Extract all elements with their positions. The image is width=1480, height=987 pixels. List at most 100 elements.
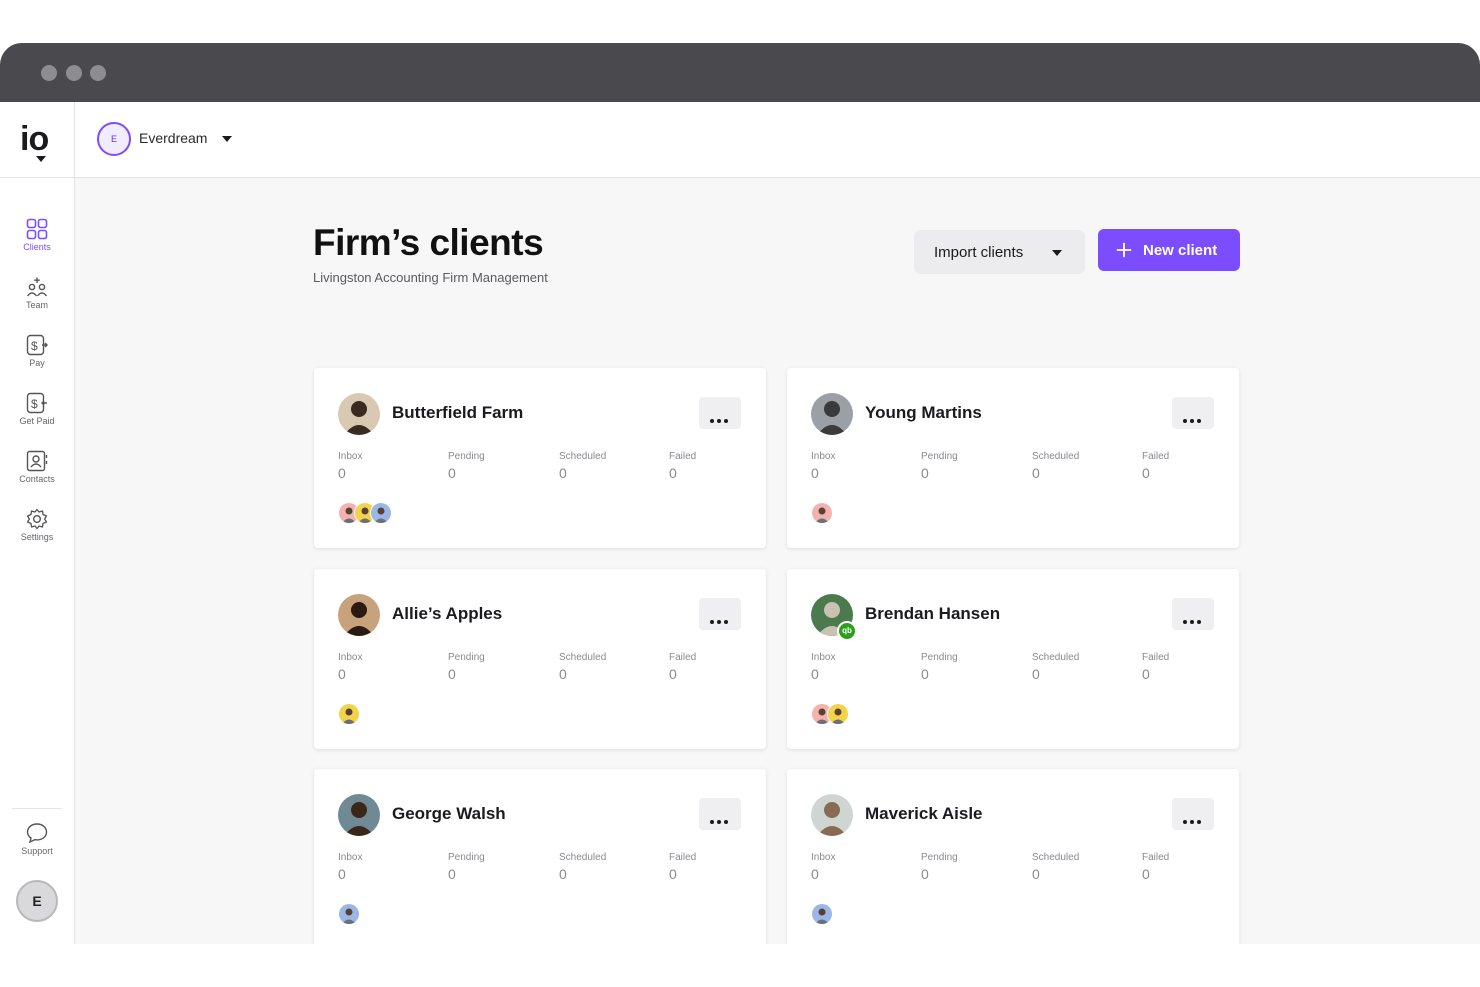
more-options-button[interactable] xyxy=(1172,598,1214,630)
window-close-dot[interactable] xyxy=(41,65,57,81)
sidebar-item-label: Team xyxy=(25,300,48,310)
client-card[interactable]: Allie’s Apples Inbox 0 Pending 0 Scheduled 0 Fa… xyxy=(314,569,766,749)
stat-label: Pending xyxy=(921,852,958,863)
member-avatar[interactable] xyxy=(338,703,360,725)
sidebar-item-clients[interactable]: Clients xyxy=(0,218,74,252)
ellipsis-icon xyxy=(710,612,731,627)
client-name[interactable]: Brendan Hansen xyxy=(865,604,1000,624)
stat-value: 0 xyxy=(448,866,456,882)
more-options-button[interactable] xyxy=(699,397,741,429)
stat-failed: Failed 0 xyxy=(669,652,696,682)
stat-value: 0 xyxy=(1032,666,1040,682)
main-content: Firm’s clients Livingston Accounting Fir… xyxy=(75,178,1480,944)
more-options-button[interactable] xyxy=(699,798,741,830)
top-bar: io E Everdream xyxy=(0,102,1480,178)
stat-label: Pending xyxy=(921,652,958,663)
sidebar-item-support[interactable]: Support xyxy=(0,822,74,856)
client-name[interactable]: Maverick Aisle xyxy=(865,804,983,824)
stat-value: 0 xyxy=(811,666,819,682)
stat-label: Failed xyxy=(1142,652,1170,663)
stat-label: Inbox xyxy=(811,451,836,462)
stat-failed: Failed 0 xyxy=(1142,852,1169,882)
stat-value: 0 xyxy=(1142,465,1150,481)
client-name[interactable]: Butterfield Farm xyxy=(392,403,523,423)
stat-value: 0 xyxy=(338,666,346,682)
stat-inbox: Inbox 0 xyxy=(811,652,835,682)
ellipsis-icon xyxy=(710,411,731,426)
org-avatar[interactable]: E xyxy=(97,122,131,156)
page-title: Firm’s clients xyxy=(313,222,544,263)
client-card[interactable]: George Walsh Inbox 0 Pending 0 Scheduled 0 Fail… xyxy=(314,769,766,944)
chat-bubble-icon xyxy=(26,823,48,844)
stat-label: Inbox xyxy=(338,652,363,663)
stat-pending: Pending 0 xyxy=(921,652,958,682)
more-options-button[interactable] xyxy=(1172,798,1214,830)
sidebar-item-label: Support xyxy=(21,846,53,856)
sidebar-item-settings[interactable]: Settings xyxy=(0,508,74,542)
client-avatar xyxy=(811,794,853,836)
team-icon xyxy=(26,277,48,297)
sidebar-item-pay[interactable]: $ Pay xyxy=(0,334,74,368)
stat-inbox: Inbox 0 xyxy=(338,652,362,682)
stat-value: 0 xyxy=(921,866,929,882)
stat-value: 0 xyxy=(811,465,819,481)
stat-failed: Failed 0 xyxy=(669,451,696,481)
import-clients-label: Import clients xyxy=(934,243,1024,261)
stat-inbox: Inbox 0 xyxy=(338,852,362,882)
sidebar-item-label: Settings xyxy=(20,532,54,542)
client-avatar xyxy=(338,794,380,836)
sidebar-item-label: Get Paid xyxy=(19,416,55,426)
sidebar-item-contacts[interactable]: Contacts xyxy=(0,450,74,484)
member-avatar[interactable] xyxy=(370,502,392,524)
divider xyxy=(74,102,75,177)
stat-pending: Pending 0 xyxy=(448,451,485,481)
client-avatar xyxy=(811,393,853,435)
stat-inbox: Inbox 0 xyxy=(811,852,835,882)
stat-scheduled: Scheduled 0 xyxy=(559,451,606,481)
more-options-button[interactable] xyxy=(699,598,741,630)
member-avatar[interactable] xyxy=(338,903,360,925)
client-card[interactable]: qb Brendan Hansen Inbox 0 Pending 0 Scheduled 0… xyxy=(787,569,1239,749)
sidebar-item-label: Contacts xyxy=(19,474,55,484)
stat-label: Pending xyxy=(448,451,485,462)
sidebar-item-team[interactable]: Team xyxy=(0,276,74,310)
logo-text: io xyxy=(20,120,49,158)
client-card[interactable]: Young Martins Inbox 0 Pending 0 Scheduled 0 Fai… xyxy=(787,368,1239,548)
client-name[interactable]: Young Martins xyxy=(865,403,982,423)
client-card[interactable]: Maverick Aisle Inbox 0 Pending 0 Scheduled 0 Fa… xyxy=(787,769,1239,944)
window-maximize-dot[interactable] xyxy=(90,65,106,81)
client-card[interactable]: Butterfield Farm Inbox 0 Pending 0 Scheduled 0… xyxy=(314,368,766,548)
stat-label: Failed xyxy=(669,652,697,663)
stat-label: Inbox xyxy=(338,451,363,462)
member-avatar[interactable] xyxy=(811,903,833,925)
import-clients-button[interactable]: Import clients xyxy=(914,230,1085,274)
stat-pending: Pending 0 xyxy=(448,852,485,882)
org-switcher-name[interactable]: Everdream xyxy=(139,130,207,146)
client-avatar xyxy=(338,594,380,636)
gear-icon xyxy=(26,508,48,530)
pay-icon: $ xyxy=(26,334,48,356)
ellipsis-icon xyxy=(710,812,731,827)
more-options-button[interactable] xyxy=(1172,397,1214,429)
stat-value: 0 xyxy=(669,866,677,882)
stat-label: Scheduled xyxy=(1032,451,1080,462)
page-subtitle: Livingston Accounting Firm Management xyxy=(313,270,548,285)
member-avatar[interactable] xyxy=(827,703,849,725)
client-name[interactable]: George Walsh xyxy=(392,804,506,824)
stat-value: 0 xyxy=(559,866,567,882)
stat-scheduled: Scheduled 0 xyxy=(1032,451,1079,481)
stat-value: 0 xyxy=(1032,866,1040,882)
stat-value: 0 xyxy=(559,666,567,682)
member-avatar[interactable] xyxy=(811,502,833,524)
grid-icon xyxy=(26,218,48,240)
stat-label: Scheduled xyxy=(1032,652,1080,663)
sidebar-item-get-paid[interactable]: $ Get Paid xyxy=(0,392,74,426)
app-logo[interactable]: io xyxy=(20,120,49,162)
window-titlebar xyxy=(0,43,1480,102)
chevron-down-icon[interactable] xyxy=(222,136,232,142)
client-name[interactable]: Allie’s Apples xyxy=(392,604,502,624)
window-minimize-dot[interactable] xyxy=(66,65,82,81)
stat-label: Pending xyxy=(448,852,485,863)
new-client-button[interactable]: New client xyxy=(1098,229,1240,271)
user-avatar[interactable]: E xyxy=(16,880,58,922)
